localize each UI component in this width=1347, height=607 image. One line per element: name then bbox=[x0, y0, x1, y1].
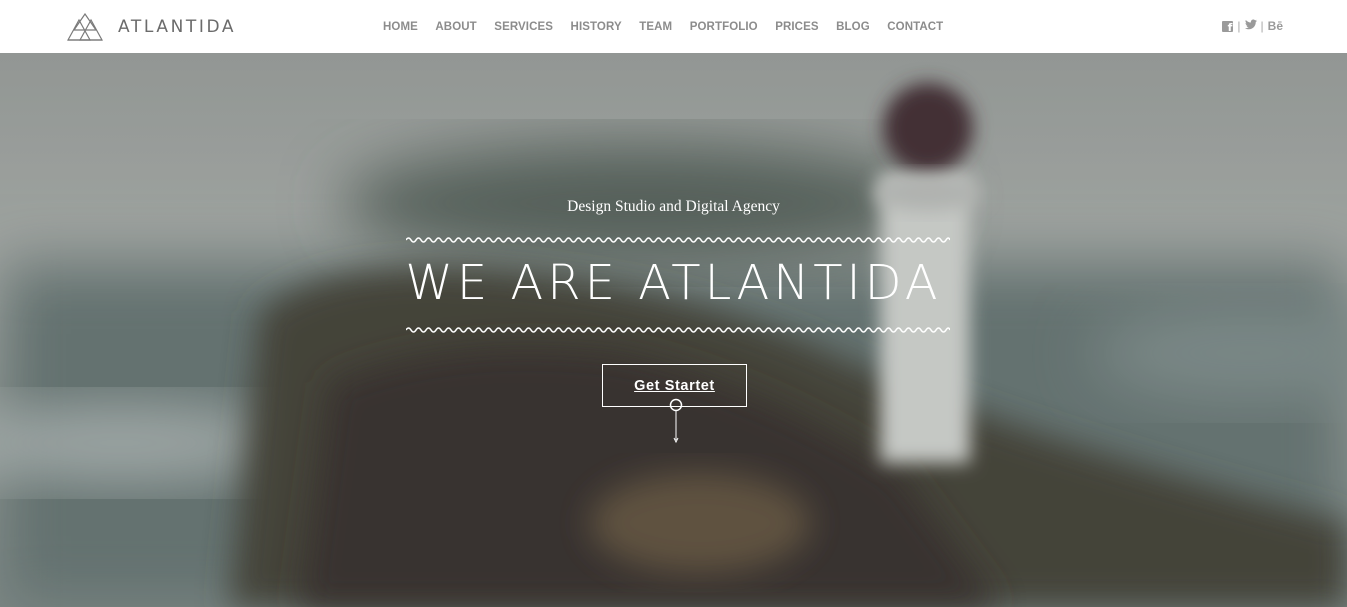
social-separator: | bbox=[1260, 19, 1264, 33]
brand-logo[interactable]: ATLANTIDA bbox=[67, 13, 236, 41]
social-separator: | bbox=[1237, 19, 1241, 33]
wave-divider-bottom bbox=[406, 327, 950, 333]
nav-item-team[interactable]: TEAM bbox=[639, 21, 672, 33]
wave-divider-top bbox=[406, 237, 950, 243]
hero-title: WE ARE ATLANTIDA bbox=[405, 255, 942, 311]
main-nav: HOME ABOUT SERVICES HISTORY TEAM PORTFOL… bbox=[383, 21, 961, 33]
nav-item-prices[interactable]: PRICES bbox=[775, 21, 818, 33]
triangles-logo-icon bbox=[67, 13, 104, 41]
social-links: | | Bē bbox=[1222, 19, 1283, 34]
hero-section: Design Studio and Digital Agency WE ARE … bbox=[0, 53, 1347, 607]
twitter-icon[interactable] bbox=[1244, 19, 1257, 33]
nav-item-blog[interactable]: BLOG bbox=[836, 21, 870, 33]
nav-item-history[interactable]: HISTORY bbox=[571, 21, 622, 33]
nav-item-services[interactable]: SERVICES bbox=[494, 21, 553, 33]
behance-icon[interactable]: Bē bbox=[1268, 19, 1283, 33]
nav-item-home[interactable]: HOME bbox=[383, 21, 418, 33]
nav-item-contact[interactable]: CONTACT bbox=[887, 21, 943, 33]
nav-item-about[interactable]: ABOUT bbox=[435, 21, 476, 33]
nav-item-portfolio[interactable]: PORTFOLIO bbox=[690, 21, 758, 33]
site-header: ATLANTIDA HOME ABOUT SERVICES HISTORY TE… bbox=[0, 0, 1347, 53]
scroll-down-icon[interactable] bbox=[669, 398, 683, 444]
hero-tagline: Design Studio and Digital Agency bbox=[567, 198, 780, 215]
facebook-icon[interactable] bbox=[1222, 20, 1234, 34]
brand-name: ATLANTIDA bbox=[118, 17, 237, 37]
